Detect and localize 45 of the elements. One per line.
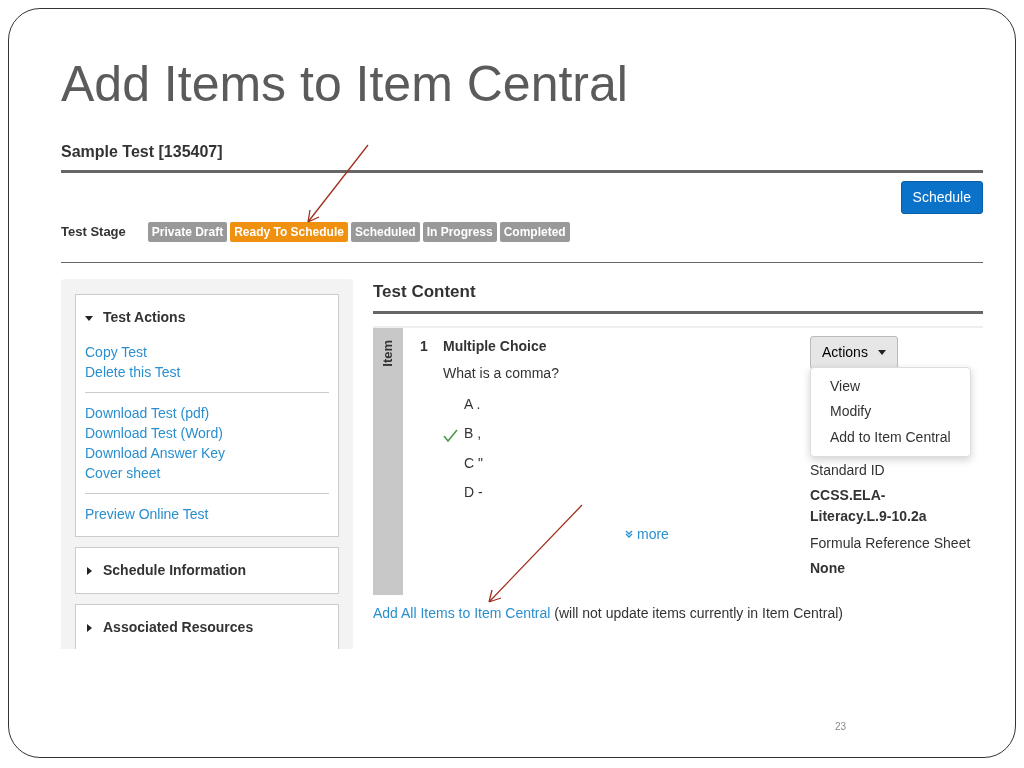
add-all-link[interactable]: Add All Items to Item Central bbox=[373, 604, 551, 621]
section-title: Test Content bbox=[373, 279, 983, 314]
item-type: Multiple Choice bbox=[443, 336, 547, 356]
stage-label: Test Stage bbox=[61, 223, 126, 242]
action-link[interactable]: Delete this Test bbox=[85, 362, 181, 382]
slide-title: Add Items to Item Central bbox=[60, 55, 629, 112]
panel-header[interactable]: Associated Resources bbox=[85, 617, 329, 638]
panel-header[interactable]: Test Actions bbox=[85, 307, 329, 328]
actions-button[interactable]: Actions bbox=[810, 335, 898, 369]
stage-tag[interactable]: Private Draft bbox=[147, 222, 228, 242]
detail-value: CCSS.ELA-Literacy.L.9-10.2a bbox=[810, 485, 928, 526]
answer-choice: A . bbox=[464, 394, 481, 414]
item-strip: Item bbox=[373, 327, 403, 595]
action-link[interactable]: Download Test (Word) bbox=[85, 423, 223, 443]
action-link[interactable]: Download Test (pdf) bbox=[85, 403, 210, 423]
stage-tag[interactable]: Ready To Schedule bbox=[230, 222, 348, 242]
answer-choice: C " bbox=[464, 453, 483, 473]
detail-value: None bbox=[810, 558, 846, 578]
menu-item[interactable]: Add to Item Central bbox=[811, 424, 970, 450]
caret-right-icon bbox=[85, 566, 93, 575]
caret-icon bbox=[877, 349, 886, 355]
action-link[interactable]: Copy Test bbox=[85, 342, 147, 362]
add-all-note: (will not update items currently in Item Central) bbox=[554, 604, 843, 621]
test-title: Sample Test [135407] bbox=[61, 140, 983, 173]
menu-item[interactable]: View bbox=[811, 373, 970, 399]
page-number: 23 bbox=[835, 720, 847, 734]
caret-down-icon bbox=[85, 313, 93, 322]
question-text: What is a comma? bbox=[443, 363, 560, 383]
caret-right-icon bbox=[85, 623, 93, 632]
answer-choice: D - bbox=[464, 483, 483, 502]
detail-label: Standard ID bbox=[810, 460, 886, 480]
schedule-button[interactable]: Schedule bbox=[900, 181, 983, 214]
double-chevron-down-icon bbox=[625, 530, 633, 538]
action-link[interactable]: Download Answer Key bbox=[85, 443, 226, 463]
detail-label: Formula Reference Sheet bbox=[810, 533, 972, 553]
stage-tag[interactable]: In Progress bbox=[422, 222, 497, 242]
panel-header[interactable]: Schedule Information bbox=[85, 560, 329, 581]
action-link[interactable]: Preview Online Test bbox=[85, 504, 209, 524]
more-link[interactable]: more bbox=[625, 523, 669, 545]
answer-choice: B , bbox=[464, 424, 482, 443]
item-number: 1 bbox=[420, 336, 429, 356]
menu-item[interactable]: Modify bbox=[811, 399, 970, 425]
action-link[interactable]: Cover sheet bbox=[85, 463, 161, 483]
stage-tag[interactable]: Completed bbox=[499, 222, 570, 242]
stage-tag[interactable]: Scheduled bbox=[350, 222, 420, 242]
